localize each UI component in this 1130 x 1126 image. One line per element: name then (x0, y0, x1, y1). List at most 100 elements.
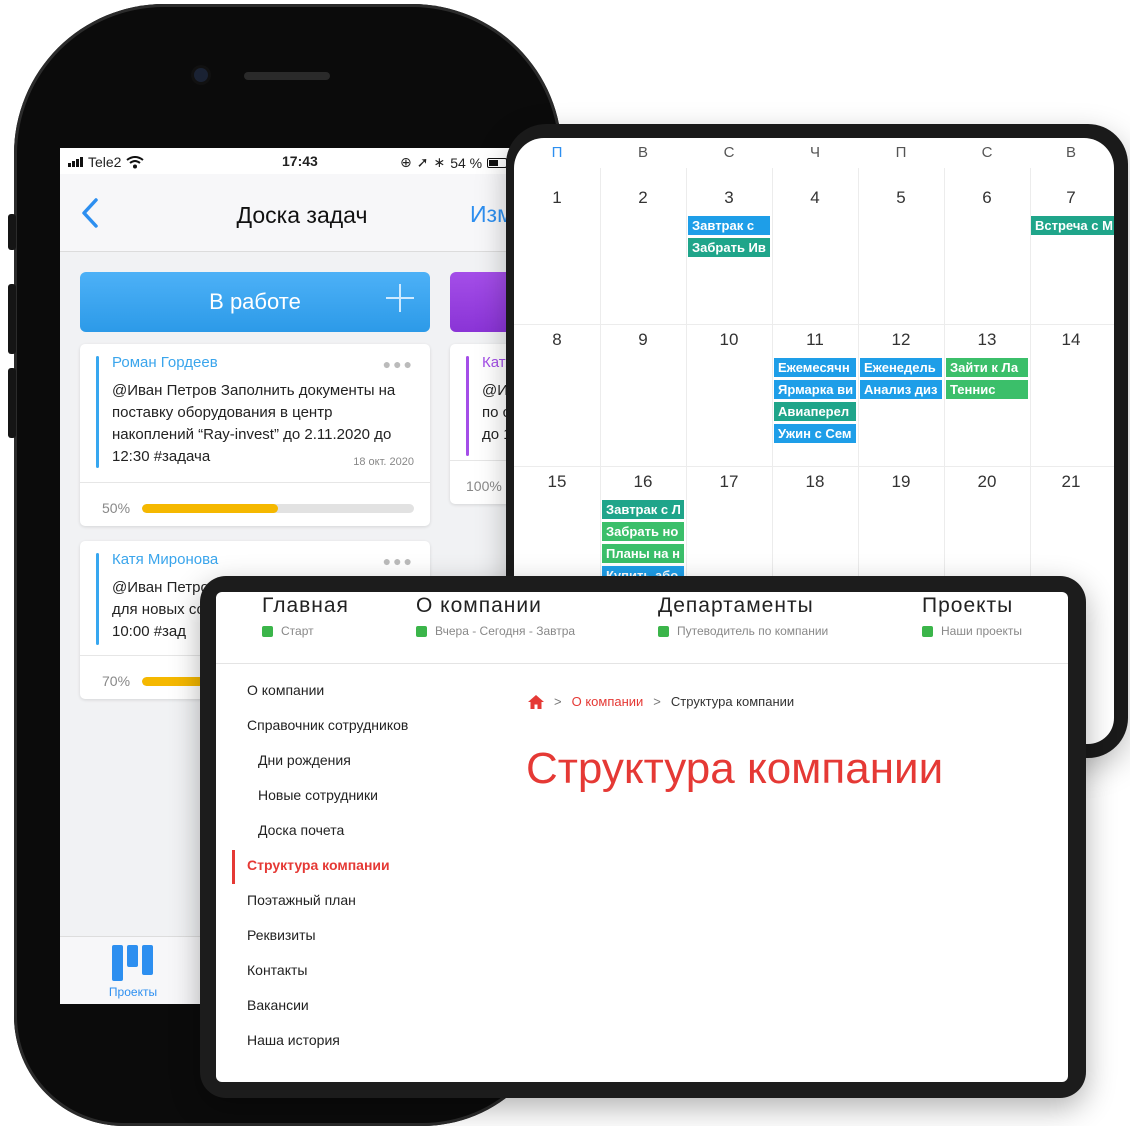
calendar-event[interactable]: Зайти к Ла (946, 358, 1028, 377)
wifi-icon (126, 155, 145, 168)
nav-item-departments[interactable]: Департаменты Путеводитель по компании (658, 594, 828, 638)
calendar-event[interactable]: Встреча с М (1031, 216, 1114, 235)
day-number[interactable]: 6 (944, 188, 1030, 208)
progress-percent: 100% (466, 478, 502, 494)
day-number[interactable]: 11 (772, 330, 858, 350)
task-text: @Иван Петров Заполнить документы на пост… (112, 382, 396, 465)
column-in-progress-header[interactable]: В работе (80, 272, 430, 332)
portal-screen: Главная Старт О компании Вчера - Сегодня… (216, 592, 1068, 1082)
day-number[interactable]: 15 (514, 472, 600, 492)
task-author[interactable]: Роман Гордеев (112, 354, 218, 371)
tab-projects-label[interactable]: Проекты (100, 985, 166, 999)
day-number[interactable]: 7 (1028, 188, 1114, 208)
active-indicator (232, 850, 235, 884)
day-number[interactable]: 4 (772, 188, 858, 208)
weekday-header: П В С Ч П С В (514, 138, 1114, 168)
add-task-icon[interactable] (386, 284, 414, 312)
day-number[interactable]: 12 (858, 330, 944, 350)
calendar-event[interactable]: Завтрак с (688, 216, 770, 235)
day-number[interactable]: 16 (600, 472, 686, 492)
menu-item-new-employees[interactable]: Новые сотрудники (258, 787, 378, 803)
breadcrumb-link[interactable]: О компании (572, 694, 644, 709)
projects-board-icon[interactable] (112, 945, 154, 981)
status-time: 17:43 (282, 153, 318, 169)
more-icon[interactable]: ●●● (383, 356, 414, 372)
nav-item-subtitle: Наши проекты (941, 624, 1023, 638)
menu-item-honor-board[interactable]: Доска почета (258, 822, 344, 838)
menu-item-about[interactable]: О компании (247, 682, 324, 698)
column-label: В работе (209, 289, 301, 314)
green-square-icon (262, 625, 273, 637)
nav-item-home[interactable]: Главная Старт (262, 594, 349, 638)
phone-mute-switch (8, 214, 16, 250)
portal-page-title: Структура компании (526, 744, 944, 793)
menu-item-directory[interactable]: Справочник сотрудников (247, 717, 408, 733)
weekday-label: П (895, 144, 907, 161)
nav-item-about[interactable]: О компании Вчера - Сегодня - Завтра (416, 594, 575, 638)
day-number[interactable]: 21 (1028, 472, 1114, 492)
location-icon: ➚ (416, 154, 429, 170)
calendar-event[interactable]: Ярмарка ви (774, 380, 856, 399)
menu-item-requisites[interactable]: Реквизиты (247, 927, 316, 943)
day-number[interactable]: 2 (600, 188, 686, 208)
calendar-event[interactable]: Теннис (946, 380, 1028, 399)
day-number[interactable]: 8 (514, 330, 600, 350)
day-number[interactable]: 10 (686, 330, 772, 350)
status-bar: Tele2 17:43 ⊕ ➚ ∗ 54 % (60, 148, 540, 174)
day-number[interactable]: 19 (858, 472, 944, 492)
day-number[interactable]: 14 (1028, 330, 1114, 350)
more-icon[interactable]: ●●● (383, 553, 414, 569)
carrier-name: Tele2 (88, 154, 122, 170)
nav-item-subtitle: Путеводитель по компании (677, 624, 829, 638)
breadcrumb-separator-icon: > (554, 694, 562, 709)
battery-percent: 54 % (450, 154, 483, 171)
rotation-lock-icon: ⊕ (400, 154, 412, 170)
green-square-icon (922, 625, 933, 637)
nav-bar: Доска задач Изм. (60, 174, 540, 252)
phone-camera (194, 68, 208, 82)
calendar-event[interactable]: Забрать но (602, 522, 684, 541)
calendar-event[interactable]: Планы на н (602, 544, 684, 563)
breadcrumb-separator-icon: > (653, 694, 661, 709)
calendar-event[interactable]: Ужин с Сем (774, 424, 856, 443)
phone-volume-down (8, 368, 16, 438)
phone-volume-up (8, 284, 16, 354)
day-number[interactable]: 18 (772, 472, 858, 492)
day-number[interactable]: 1 (514, 188, 600, 208)
day-number[interactable]: 13 (944, 330, 1030, 350)
phone-speaker (244, 72, 330, 80)
weekday-label: В (1065, 144, 1076, 161)
weekday-label: С (723, 144, 735, 161)
nav-item-title[interactable]: Главная (262, 594, 349, 618)
home-icon[interactable] (528, 694, 544, 709)
menu-item-contacts[interactable]: Контакты (247, 962, 307, 978)
calendar-event[interactable]: Еженедель (860, 358, 942, 377)
calendar-event[interactable]: Ежемесячн (774, 358, 856, 377)
calendar-event[interactable]: Завтрак с Л (602, 500, 684, 519)
day-number[interactable]: 17 (686, 472, 772, 492)
day-number[interactable]: 3 (686, 188, 772, 208)
calendar-event[interactable]: Авиаперел (774, 402, 856, 421)
progress-bar (142, 504, 414, 513)
desktop-device: Главная Старт О компании Вчера - Сегодня… (200, 576, 1086, 1098)
menu-item-birthdays[interactable]: Дни рождения (258, 752, 351, 768)
task-card[interactable]: Роман Гордеев ●●● @Иван Петров Заполнить… (80, 344, 430, 526)
nav-item-projects[interactable]: Проекты Наши проекты (922, 594, 1022, 638)
task-date: 18 окт. 2020 (353, 456, 414, 468)
day-number[interactable]: 20 (944, 472, 1030, 492)
nav-item-title[interactable]: О компании (416, 594, 575, 618)
day-number[interactable]: 5 (858, 188, 944, 208)
menu-item-history[interactable]: Наша история (247, 1032, 340, 1048)
battery-icon (487, 157, 508, 168)
green-square-icon (658, 625, 669, 637)
day-number[interactable]: 9 (600, 330, 686, 350)
nav-item-title[interactable]: Департаменты (658, 594, 828, 618)
calendar-event[interactable]: Анализ диз (860, 380, 942, 399)
calendar-event[interactable]: Забрать Ив (688, 238, 770, 257)
menu-item-structure[interactable]: Структура компании (247, 857, 390, 873)
nav-item-subtitle: Вчера - Сегодня - Завтра (435, 624, 576, 638)
menu-item-vacancies[interactable]: Вакансии (247, 997, 309, 1013)
task-author[interactable]: Катя Миронова (112, 551, 218, 568)
nav-item-title[interactable]: Проекты (922, 594, 1022, 618)
menu-item-floor-plan[interactable]: Поэтажный план (247, 892, 356, 908)
